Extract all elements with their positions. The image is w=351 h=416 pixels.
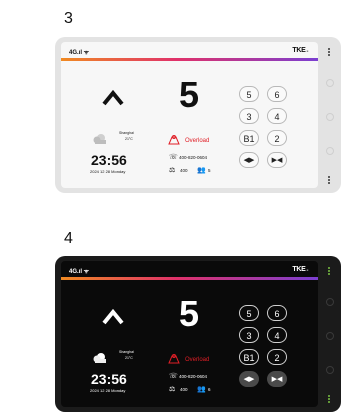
- sensor-dot-icon: [326, 332, 334, 340]
- cloudy-weather-icon: [93, 134, 106, 144]
- floor-button[interactable]: 5: [239, 305, 259, 321]
- brand-logo: TKE▪▪: [292, 47, 308, 54]
- menu-icon[interactable]: [328, 175, 330, 185]
- signal-icon: .ıl ᯤ: [77, 269, 90, 275]
- floor-button[interactable]: 6: [267, 86, 287, 102]
- city-label: Shanghai: [119, 350, 134, 354]
- menu-icon[interactable]: [328, 394, 330, 404]
- signal-icon: .ıl ᯤ: [77, 50, 90, 56]
- sensor-dot-icon: [326, 147, 334, 155]
- floor-button[interactable]: 3: [239, 108, 259, 124]
- weight-icon: ⚖: [169, 386, 176, 393]
- clock-time: 23:56: [91, 371, 127, 387]
- floor-button[interactable]: 2: [267, 130, 287, 146]
- floor-number: 5: [179, 74, 200, 115]
- capacity-persons: 5: [208, 168, 211, 173]
- persons-icon: 👥: [197, 167, 206, 174]
- weight-icon: ⚖: [169, 167, 176, 174]
- floor-button[interactable]: 4: [267, 108, 287, 124]
- display-screen: 4G.ıl ᯤ TKE▪▪ 5 Shanghai 21°C 23:56 2024…: [61, 261, 318, 407]
- capacity-kg: 400: [180, 168, 188, 173]
- accent-bar: [61, 277, 318, 280]
- overload-warning-icon: [168, 354, 180, 364]
- cloudy-weather-icon: [93, 353, 106, 363]
- network-label: 4G: [69, 269, 78, 275]
- sensor-dot-icon: [326, 113, 334, 121]
- direction-up-icon: [102, 308, 124, 325]
- elevator-display-light: 4G.ıl ᯤ TKE▪▪ 5 Shanghai 21°C 23:56 2024…: [55, 37, 341, 193]
- sensor-dot-icon: [326, 298, 334, 306]
- status-bar: 4G.ıl ᯤ: [69, 48, 89, 56]
- menu-icon[interactable]: [328, 47, 330, 57]
- floor-button[interactable]: B1: [239, 349, 259, 365]
- capacity-kg: 400: [180, 387, 188, 392]
- display-screen: 4G.ıl ᯤ TKE▪▪ 5 Shanghai 21°C 23:56 2024…: [61, 42, 318, 188]
- date-label: 2024 12 28 Monday: [90, 169, 126, 174]
- persons-icon: 👥: [197, 386, 206, 393]
- accent-bar: [61, 58, 318, 61]
- city-label: Shanghai: [119, 131, 134, 135]
- menu-icon[interactable]: [328, 266, 330, 276]
- door-open-icon[interactable]: ◀▶: [239, 371, 259, 387]
- floor-button[interactable]: B1: [239, 130, 259, 146]
- floor-button[interactable]: 2: [267, 349, 287, 365]
- door-open-icon[interactable]: ◀▶: [239, 152, 259, 168]
- phone-icon: ☏: [169, 154, 178, 161]
- network-label: 4G: [69, 50, 78, 56]
- floor-button[interactable]: 5: [239, 86, 259, 102]
- sensor-dot-icon: [326, 79, 334, 87]
- phone-icon: ☏: [169, 373, 178, 380]
- overload-warning-icon: [168, 135, 180, 145]
- floor-button[interactable]: 4: [267, 327, 287, 343]
- direction-up-icon: [102, 89, 124, 106]
- overload-alert: Overload: [185, 138, 210, 144]
- status-bar: 4G.ıl ᯤ: [69, 267, 89, 275]
- temperature-label: 21°C: [125, 137, 133, 141]
- variant-label: 3: [64, 10, 73, 27]
- sensor-dot-icon: [326, 366, 334, 374]
- capacity-persons: 6: [208, 387, 211, 392]
- variant-label: 4: [64, 230, 73, 247]
- service-phone: 400-820-0604: [179, 155, 208, 160]
- door-close-icon[interactable]: ▶◀: [267, 371, 287, 387]
- service-phone: 400-820-0604: [179, 374, 208, 379]
- elevator-display-dark: 4G.ıl ᯤ TKE▪▪ 5 Shanghai 21°C 23:56 2024…: [55, 256, 341, 412]
- floor-button[interactable]: 6: [267, 305, 287, 321]
- brand-logo: TKE▪▪: [292, 266, 308, 273]
- clock-time: 23:56: [91, 152, 127, 168]
- floor-number: 5: [179, 293, 200, 334]
- floor-button[interactable]: 3: [239, 327, 259, 343]
- door-close-icon[interactable]: ▶◀: [267, 152, 287, 168]
- temperature-label: 21°C: [125, 356, 133, 360]
- overload-alert: Overload: [185, 357, 210, 363]
- date-label: 2024 12 28 Monday: [90, 388, 126, 393]
